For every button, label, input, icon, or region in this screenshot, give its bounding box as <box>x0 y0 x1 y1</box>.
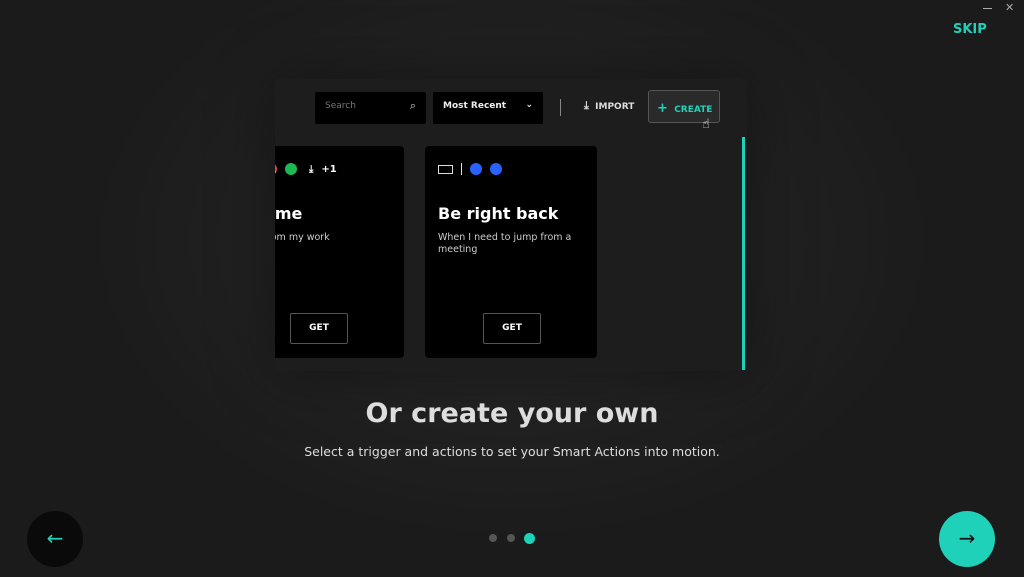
skip-button[interactable]: SKIP <box>953 22 987 37</box>
page-subtitle: Select a trigger and actions to set your… <box>304 444 720 459</box>
card-description: pause from my work <box>275 232 330 243</box>
arrow-left-icon: ← <box>46 526 64 550</box>
get-button[interactable]: GET <box>290 313 348 344</box>
page-dot-2[interactable] <box>507 534 515 542</box>
sort-dropdown[interactable]: Most Recent ⌄ <box>433 92 543 124</box>
chrome-icon <box>275 163 277 175</box>
smart-action-card[interactable]: Be right back When I need to jump from a… <box>425 146 597 358</box>
card-title: Be right back <box>438 204 559 223</box>
import-label: IMPORT <box>595 102 635 112</box>
page-dot-1[interactable] <box>489 534 497 542</box>
close-icon[interactable]: ✕ <box>1005 1 1014 14</box>
back-button[interactable]: ← <box>27 511 83 567</box>
plus-icon: + <box>657 101 668 116</box>
page-title: Or create your own <box>365 398 659 429</box>
app-icon <box>470 163 482 175</box>
keyboard-icon <box>438 164 453 174</box>
sort-value: Most Recent <box>443 101 507 111</box>
next-button[interactable]: → <box>939 511 995 567</box>
create-label: CREATE <box>674 105 713 115</box>
download-icon: ⤓ <box>309 163 314 175</box>
preview-panel: Search ⌕ Most Recent ⌄ ⤓ IMPORT + CREATE ☝… <box>275 79 747 371</box>
minimize-button[interactable] <box>983 8 992 9</box>
hand-cursor-icon: ☝ <box>702 117 710 132</box>
search-icon: ⌕ <box>409 99 416 112</box>
card-description: When I need to jump from a meeting <box>438 232 572 255</box>
search-input[interactable]: Search ⌕ <box>315 92 426 124</box>
download-icon: ⤓ <box>584 99 589 112</box>
search-placeholder: Search <box>325 101 356 111</box>
chevron-down-icon: ⌄ <box>525 100 533 110</box>
smart-action-card[interactable]: ⤓ +1 us Time pause from my work GET <box>275 146 404 358</box>
card-title: us Time <box>275 204 303 223</box>
app-icon <box>490 163 502 175</box>
extra-count: +1 <box>321 163 337 175</box>
scrollbar[interactable] <box>742 137 745 370</box>
spotify-icon <box>285 163 297 175</box>
divider <box>461 163 462 175</box>
import-button[interactable]: ⤓ IMPORT <box>584 99 634 113</box>
get-button[interactable]: GET <box>483 313 541 344</box>
arrow-right-icon: → <box>958 526 976 550</box>
divider <box>560 99 561 116</box>
page-dot-3-active[interactable] <box>524 533 535 544</box>
